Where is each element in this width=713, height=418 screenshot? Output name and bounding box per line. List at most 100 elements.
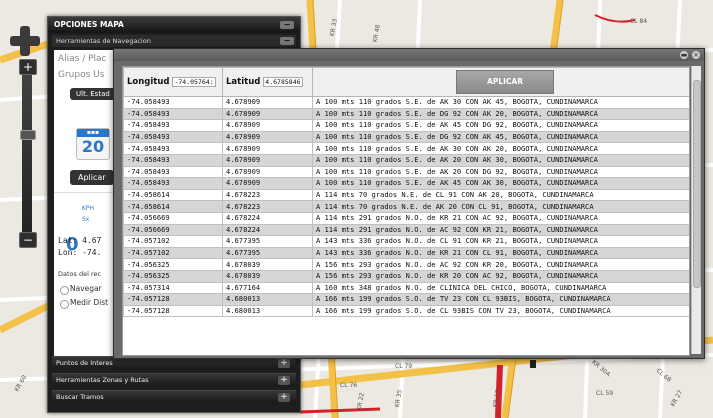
latitude-cell: 4.678909 xyxy=(222,119,313,132)
table-row[interactable]: -74.058493 4.678909 A 100 mts 110 grados S… xyxy=(123,130,689,144)
speed-sub: Sx xyxy=(82,216,90,223)
address-cell: A 100 mts 110 grados S.E. de DG 92 CON A… xyxy=(312,107,689,121)
navigate-radio[interactable] xyxy=(60,286,69,295)
longitude-cell: -74.058493 xyxy=(123,119,223,132)
table-row[interactable]: -74.058493 4.678909 A 100 mts 110 grados S… xyxy=(123,142,689,155)
longitude-cell: -74.058493 xyxy=(123,153,223,167)
latitude-cell: 4.677395 xyxy=(222,235,313,248)
table-row[interactable]: -74.058493 4.678909 A 100 mts 110 grados S… xyxy=(123,107,689,121)
longitude-header-label: Longitud xyxy=(127,77,170,87)
table-scrollbar[interactable] xyxy=(691,66,701,354)
close-icon[interactable]: × xyxy=(692,51,700,59)
alias-label: Alias / Plac xyxy=(58,54,107,64)
table-row[interactable]: -74.058493 4.678909 A 100 mts 110 grados S… xyxy=(123,119,689,132)
expand-icon[interactable]: + xyxy=(278,393,290,402)
address-cell: A 156 mts 293 grados N.O. de AC 92 CON K… xyxy=(312,258,689,271)
table-row[interactable]: -74.058493 4.678909 A 100 mts 110 grados S… xyxy=(123,165,689,179)
table-row[interactable]: -74.058614 4.678223 A 114 mts 70 grados N.… xyxy=(123,200,689,213)
address-cell: A 114 mts 70 grados N.E. de AK 20 CON CL… xyxy=(312,200,689,213)
table-row[interactable]: -74.058493 4.678909 A 100 mts 110 grados S… xyxy=(123,177,689,190)
table-row[interactable]: -74.056669 4.678224 A 114 mts 291 grados N… xyxy=(123,211,689,225)
latitude-cell: 4.678224 xyxy=(222,223,313,237)
panel-collapse-button[interactable]: − xyxy=(280,21,294,29)
apply-header-cell: APLICAR xyxy=(312,67,689,97)
table-row[interactable]: -74.057128 4.680013 A 166 mts 199 grados S… xyxy=(123,304,689,318)
table-row[interactable]: -74.057314 4.677164 A 160 mts 348 grados N… xyxy=(123,281,689,295)
points-of-interest-label: Puntos de Interes xyxy=(56,359,113,367)
window-titlebar[interactable] xyxy=(114,49,704,61)
expand-icon[interactable]: + xyxy=(278,359,290,368)
address-cell: A 166 mts 199 grados S.O. de TV 23 CON C… xyxy=(312,293,689,306)
apply-coordinates-button[interactable]: APLICAR xyxy=(456,70,554,94)
nav-tools-header[interactable]: Herramientas de Navegacion xyxy=(52,35,296,47)
table-row[interactable]: -74.058493 4.678909 A 100 mts 110 grados S… xyxy=(123,153,689,167)
calendar-day: 20 xyxy=(81,137,105,156)
search-segments-header[interactable]: Buscar Tramos + xyxy=(52,390,296,403)
street-label: CL 84 xyxy=(630,18,648,25)
longitude-cell: -74.058614 xyxy=(123,200,223,213)
table-row[interactable]: -74.057102 4.677395 A 143 mts 336 grados N… xyxy=(123,235,689,248)
longitude-cell: -74.057128 xyxy=(123,304,223,318)
zones-routes-header[interactable]: Herramientas Zonas y Rutas + xyxy=(52,373,296,386)
longitude-cell: -74.057102 xyxy=(123,246,223,260)
latitude-cell: 4.678223 xyxy=(222,188,313,202)
longitude-cell: -74.056325 xyxy=(123,269,223,283)
table-row[interactable]: -74.056325 4.678039 A 156 mts 293 grados N… xyxy=(123,269,689,283)
longitude-cell: -74.056669 xyxy=(123,211,223,225)
latitude-header-label: Latitud xyxy=(226,77,261,87)
panel-title: OPCIONES MAPA xyxy=(48,17,300,33)
address-cell: A 156 mts 293 grados N.O. de KR 20 CON A… xyxy=(312,269,689,283)
address-cell: A 100 mts 110 grados S.E. de AK 30 CON A… xyxy=(312,142,689,155)
apply-button[interactable]: Aplicar xyxy=(70,170,114,185)
street-label: CL 59 xyxy=(596,390,614,397)
longitude-cell: -74.058614 xyxy=(123,188,223,202)
last-state-button[interactable]: Ult. Estad xyxy=(70,88,116,100)
speed-unit: KPH xyxy=(82,205,95,212)
address-cell: A 100 mts 110 grados S.E. de DG 92 CON A… xyxy=(312,130,689,144)
street-label: CL 76 xyxy=(340,382,358,389)
longitude-cell: -74.058493 xyxy=(123,130,223,144)
pan-horizontal[interactable] xyxy=(10,36,40,46)
longitude-cell: -74.058493 xyxy=(123,107,223,121)
table-row[interactable]: -74.056669 4.678224 A 114 mts 291 grados N… xyxy=(123,223,689,237)
street-label: CL 79 xyxy=(395,363,413,370)
table-row[interactable]: -74.058493 4.678909 A 100 mts 110 grados S… xyxy=(123,96,689,109)
latitude-cell: 4.678039 xyxy=(222,269,313,283)
longitude-input[interactable]: -74.05764: xyxy=(172,77,216,87)
nav-tools-collapse-button[interactable]: − xyxy=(280,37,294,45)
measure-distance-radio[interactable] xyxy=(60,300,69,309)
latitude-cell: 4.678909 xyxy=(222,107,313,121)
zoom-thumb[interactable] xyxy=(20,130,36,140)
address-cell: A 100 mts 110 grados S.E. de AK 45 CON A… xyxy=(312,177,689,190)
latitude-header: Latitud 4.6785846 xyxy=(222,67,313,97)
latitude-cell: 4.680013 xyxy=(222,304,313,318)
zones-routes-label: Herramientas Zonas y Rutas xyxy=(56,376,149,384)
latitude-cell: 4.678039 xyxy=(222,258,313,271)
scrollbar-thumb[interactable] xyxy=(693,80,701,288)
address-cell: A 143 mts 336 grados N.O. de KR 21 CON C… xyxy=(312,246,689,260)
latitude-cell: 4.678909 xyxy=(222,96,313,109)
calendar-icon[interactable]: ▪▪▪ 20 xyxy=(76,128,110,160)
address-cell: A 100 mts 110 grados S.E. de AK 45 CON D… xyxy=(312,119,689,132)
address-cell: A 100 mts 110 grados S.E. de AK 20 CON D… xyxy=(312,165,689,179)
zoom-in-button[interactable]: + xyxy=(19,59,37,75)
zoom-slider[interactable] xyxy=(22,62,32,240)
longitude-cell: -74.058493 xyxy=(123,177,223,190)
groups-label: Grupos Us xyxy=(58,70,105,80)
table-row[interactable]: -74.057128 4.680013 A 166 mts 199 grados S… xyxy=(123,293,689,306)
latitude-cell: 4.678909 xyxy=(222,142,313,155)
expand-icon[interactable]: + xyxy=(278,376,290,385)
address-cell: A 160 mts 348 grados N.O. de CLINICA DEL… xyxy=(312,281,689,295)
minimize-icon[interactable]: ▬ xyxy=(680,51,688,59)
address-cell: A 114 mts 70 grados N.E. de CL 91 CON AK… xyxy=(312,188,689,202)
zoom-out-button[interactable]: − xyxy=(19,232,37,248)
table-row[interactable]: -74.058614 4.678223 A 114 mts 70 grados N.… xyxy=(123,188,689,202)
longitude-readout: Lon: -74. xyxy=(58,248,102,257)
pan-control[interactable] xyxy=(10,26,40,56)
latitude-input[interactable]: 4.6785846 xyxy=(263,77,303,87)
table-row[interactable]: -74.056325 4.678039 A 156 mts 293 grados N… xyxy=(123,258,689,271)
longitude-header: Longitud -74.05764: xyxy=(123,67,223,97)
address-cell: A 166 mts 199 grados S.O. de CL 93BIS CO… xyxy=(312,304,689,318)
longitude-cell: -74.057314 xyxy=(123,281,223,295)
table-row[interactable]: -74.057102 4.677395 A 143 mts 336 grados N… xyxy=(123,246,689,260)
